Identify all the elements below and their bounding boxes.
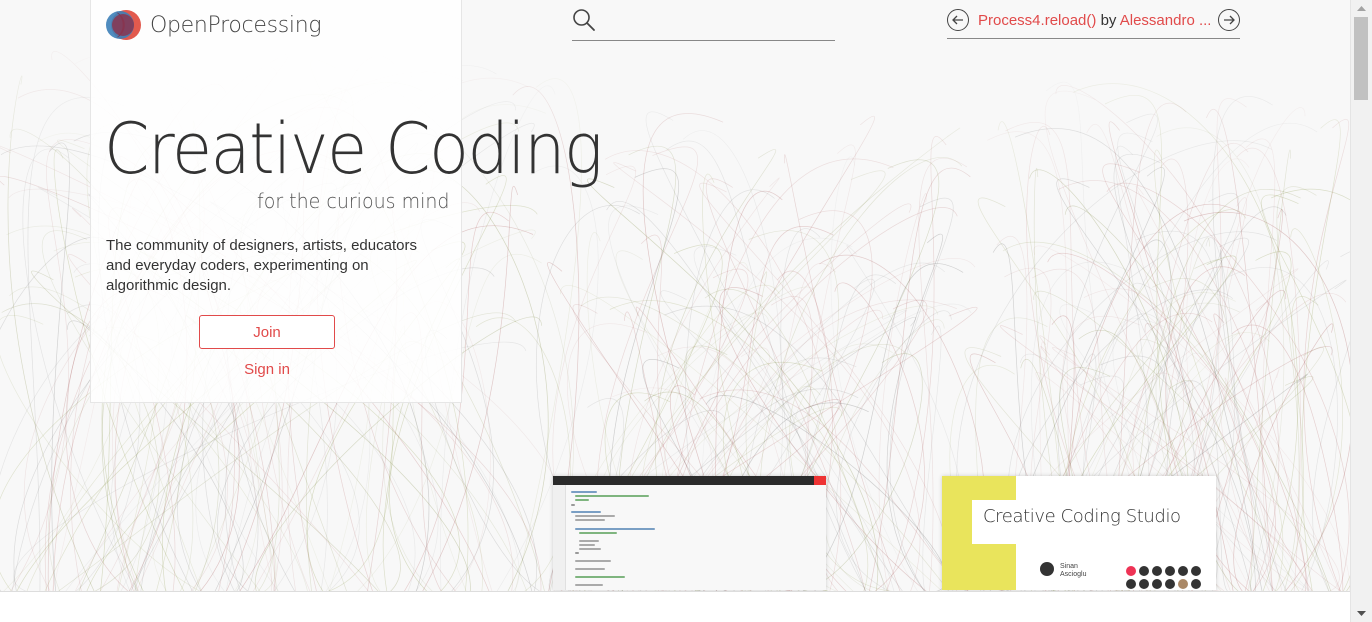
hero-title: Creative Coding xyxy=(104,108,603,190)
scrollbar[interactable] xyxy=(1350,0,1372,622)
logo[interactable]: OpenProcessing xyxy=(106,8,322,42)
hero-subtitle: for the curious mind xyxy=(257,189,450,213)
join-button[interactable]: Join xyxy=(199,315,335,349)
featured-author-link[interactable]: Alessandro ... xyxy=(1120,12,1210,29)
features-section xyxy=(0,591,1350,622)
featured-by-label: by xyxy=(1100,12,1117,29)
page: OpenProcessing Creative Coding for the c… xyxy=(0,0,1372,622)
avatar xyxy=(1040,562,1054,576)
scroll-down-icon[interactable] xyxy=(1351,605,1372,622)
search-icon[interactable] xyxy=(572,8,596,32)
intro-description: The community of designers, artists, edu… xyxy=(106,237,417,294)
featured-sketch-title[interactable]: Process4.reload() xyxy=(978,12,1096,29)
search-bar xyxy=(572,4,835,41)
search-input[interactable] xyxy=(604,8,834,36)
arrow-right-circle-icon[interactable] xyxy=(1218,9,1240,31)
arrow-left-circle-icon[interactable] xyxy=(947,9,969,31)
scrollbar-thumb[interactable] xyxy=(1354,17,1368,100)
editor-code-area xyxy=(553,485,826,590)
signin-link[interactable]: Sign in xyxy=(199,361,335,378)
studio-person-name: Sinan Ascioglu xyxy=(1060,563,1087,578)
brand-name: OpenProcessing xyxy=(150,12,322,38)
editor-preview-image[interactable] xyxy=(553,476,826,590)
studio-title: Creative Coding Studio xyxy=(983,506,1181,527)
scroll-up-icon[interactable] xyxy=(1351,0,1372,17)
editor-toolbar xyxy=(553,476,826,485)
studio-preview-image[interactable]: Creative Coding Studio Sinan Ascioglu xyxy=(942,476,1216,590)
featured-sketch-caption: Process4.reload() by Alessandro ... xyxy=(978,12,1210,29)
openprocessing-logo-icon xyxy=(106,10,141,40)
featured-sketch-nav: Process4.reload() by Alessandro ... xyxy=(947,4,1240,39)
